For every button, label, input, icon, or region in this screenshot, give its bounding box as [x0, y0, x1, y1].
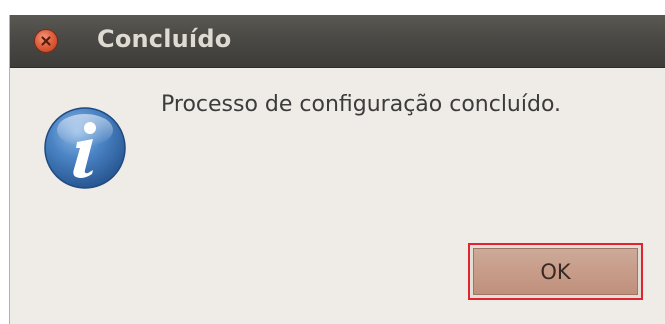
ok-button-face: OK — [473, 248, 638, 295]
close-button[interactable] — [34, 29, 58, 53]
screen: Concluído Processo de configuração concl… — [0, 0, 665, 324]
close-icon — [41, 36, 51, 46]
dialog-title: Concluído — [97, 25, 232, 53]
ok-button[interactable]: OK — [468, 243, 643, 300]
dialog-message: Processo de configuração concluído. — [161, 92, 562, 117]
dialog-titlebar[interactable]: Concluído — [10, 15, 665, 68]
completion-dialog: Concluído Processo de configuração concl… — [9, 15, 665, 324]
info-icon — [44, 107, 126, 189]
ok-button-label: OK — [540, 259, 571, 284]
